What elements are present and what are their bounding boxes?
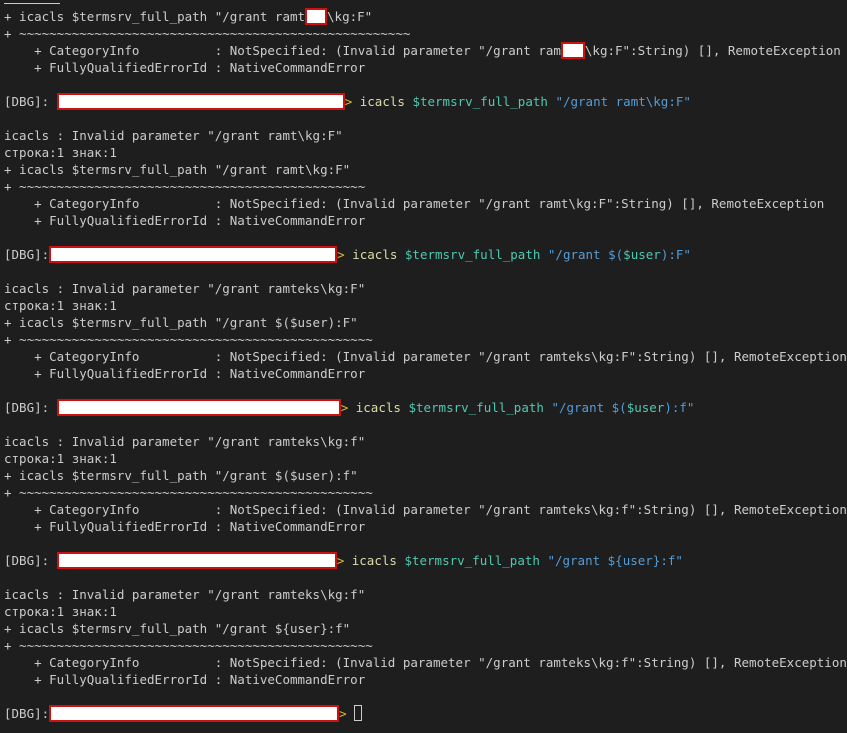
redacted-path [56,552,337,569]
output-text: \kg:F":String) [], RemoteException [584,43,841,58]
output-line: + ~~~~~~~~~~~~~~~~~~~~~~~~~~~~~~~~~~~~~~… [4,179,366,194]
redacted-path [49,246,338,263]
output-text: \kg:F" [327,9,373,24]
prompt-arrow: > [336,553,345,568]
output-line: строка:1 знак:1 [4,451,117,466]
output-line: icacls : Invalid parameter "/grant ramte… [4,281,366,296]
debug-prompt-line[interactable]: [DBG]: > [4,705,363,722]
output-text: + icacls $termsrv_full_path "/grant ramt [4,9,306,24]
output-line: + CategoryInfo : NotSpecified: (Invalid … [4,655,847,670]
debug-prompt-line: [DBG]: > icacls $termsrv_full_path "/gra… [4,552,683,569]
output-line: + FullyQualifiedErrorId : NativeCommandE… [4,60,366,75]
output-line: + icacls $termsrv_full_path "/grant ramt… [4,8,372,25]
command-string: "/grant $( [551,400,627,415]
command-string: ):F" [660,247,691,262]
debug-prompt-line: [DBG]: > icacls $termsrv_full_path "/gra… [4,93,691,110]
command-string: "/grant ramt\kg:F" [555,94,691,109]
debug-prompt-label: [DBG]: [4,400,57,415]
output-line: + FullyQualifiedErrorId : NativeCommandE… [4,213,366,228]
debug-prompt-label: [DBG]: [4,706,50,721]
command-variable: $termsrv_full_path [412,94,548,109]
command-variable: $termsrv_full_path [404,553,540,568]
output-line: + icacls $termsrv_full_path "/grant $($u… [4,468,358,483]
output-line: + ~~~~~~~~~~~~~~~~~~~~~~~~~~~~~~~~~~~~~~… [4,638,373,653]
command-string: "/grant ${user}:f" [547,553,683,568]
redacted-path [49,705,340,722]
output-line: строка:1 знак:1 [4,298,117,313]
output-line: + CategoryInfo : NotSpecified: (Invalid … [4,42,841,59]
debug-prompt-label: [DBG]: [4,247,50,262]
output-line: + CategoryInfo : NotSpecified: (Invalid … [4,196,825,211]
output-line: + ~~~~~~~~~~~~~~~~~~~~~~~~~~~~~~~~~~~~~~… [4,26,411,41]
output-line: + icacls $termsrv_full_path "/grant $($u… [4,315,358,330]
prompt-arrow: > [339,706,347,721]
command-variable: $user [623,247,661,262]
output-line: icacls : Invalid parameter "/grant ramt\… [4,128,343,143]
command-name: icacls [355,400,401,415]
output-line: + FullyQualifiedErrorId : NativeCommandE… [4,672,366,687]
scrolled-output-edge [4,3,60,4]
redacted-block [305,8,328,25]
command-name: icacls [359,94,405,109]
command-string: ):f" [664,400,695,415]
debug-prompt-label: [DBG]: [4,94,57,109]
output-line: + CategoryInfo : NotSpecified: (Invalid … [4,349,847,364]
redacted-path [56,93,345,110]
prompt-arrow: > [340,400,349,415]
output-line: + FullyQualifiedErrorId : NativeCommandE… [4,366,366,381]
output-line: + ~~~~~~~~~~~~~~~~~~~~~~~~~~~~~~~~~~~~~~… [4,485,373,500]
output-line: + CategoryInfo : NotSpecified: (Invalid … [4,502,847,517]
command-variable: $termsrv_full_path [404,247,541,262]
output-text: + CategoryInfo : NotSpecified: (Invalid … [4,43,561,58]
debug-prompt-line: [DBG]: > icacls $termsrv_full_path "/gran… [4,246,691,263]
output-line: + icacls $termsrv_full_path "/grant ramt… [4,162,351,177]
output-line: + icacls $termsrv_full_path "/grant ${us… [4,621,351,636]
debug-prompt-line: [DBG]: > icacls $termsrv_full_path "/gra… [4,399,694,416]
prompt-arrow: > [344,94,353,109]
command-variable: $termsrv_full_path [408,400,544,415]
output-line: строка:1 знак:1 [4,145,117,160]
command-name: icacls [352,247,398,262]
terminal-output[interactable]: + icacls $termsrv_full_path "/grant ramt… [0,0,847,733]
output-line: icacls : Invalid parameter "/grant ramte… [4,587,366,602]
prompt-arrow: > [337,247,345,262]
redacted-block [560,42,585,59]
output-line: + ~~~~~~~~~~~~~~~~~~~~~~~~~~~~~~~~~~~~~~… [4,332,373,347]
debug-prompt-label: [DBG]: [4,553,57,568]
redacted-path [56,399,341,416]
output-line: строка:1 знак:1 [4,604,117,619]
command-name: icacls [351,553,397,568]
output-line: + FullyQualifiedErrorId : NativeCommandE… [4,519,366,534]
command-string: "/grant $( [547,247,624,262]
output-line: icacls : Invalid parameter "/grant ramte… [4,434,366,449]
text-cursor[interactable] [354,705,363,721]
command-variable: $user [626,400,665,415]
